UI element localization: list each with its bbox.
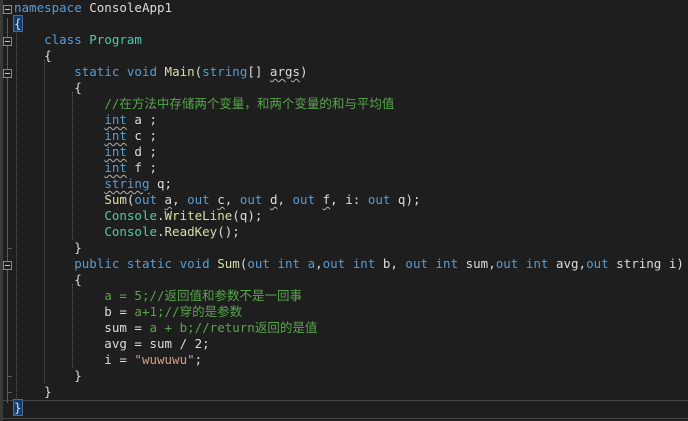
gutter	[0, 0, 3, 421]
code-line-26[interactable]: }	[13, 399, 23, 416]
fold-end-class	[7, 392, 12, 393]
code-line-14[interactable]: Console.WriteLine(q);	[14, 208, 262, 224]
code-line-19[interactable]: a = 5;//返回值和参数不是一回事	[14, 288, 302, 304]
fold-end-main	[7, 248, 12, 249]
code-line-5[interactable]: static void Main(string[] args)	[14, 64, 307, 80]
code-line-9[interactable]: int c ;	[14, 128, 157, 144]
code-line-12[interactable]: string q;	[14, 176, 172, 192]
fold-end-sum	[7, 376, 12, 377]
code-line-15[interactable]: Console.ReadKey();	[14, 224, 239, 240]
collapse-main-icon[interactable]	[3, 69, 12, 78]
code-line-3[interactable]: class Program	[14, 32, 142, 48]
code-editor[interactable]: namespace ConsoleApp1 { class Program { …	[0, 0, 688, 421]
code-line-1[interactable]: namespace ConsoleApp1	[14, 0, 172, 16]
code-line-24[interactable]: }	[14, 368, 82, 384]
code-line-7[interactable]: //在方法中存储两个变量，和两个变量的和与平均值	[14, 96, 394, 112]
code-line-8[interactable]: int a ;	[14, 112, 157, 128]
collapse-namespace-icon[interactable]	[3, 5, 12, 14]
collapse-class-icon[interactable]	[3, 37, 12, 46]
code-line-2[interactable]: {	[13, 15, 23, 32]
code-line-25[interactable]: }	[14, 384, 52, 400]
code-line-10[interactable]: int d ;	[14, 144, 157, 160]
code-line-4[interactable]: {	[14, 48, 52, 64]
current-line-highlight	[3, 400, 688, 419]
code-line-16[interactable]: }	[14, 240, 82, 256]
code-line-6[interactable]: {	[14, 80, 82, 96]
code-line-17[interactable]: public static void Sum(out int a,out int…	[14, 256, 684, 272]
code-line-21[interactable]: sum = a + b;//return返回的是值	[14, 320, 317, 336]
code-line-20[interactable]: b = a+1;//穿的是参数	[14, 304, 242, 320]
code-line-11[interactable]: int f ;	[14, 160, 157, 176]
code-line-18[interactable]: {	[14, 272, 82, 288]
code-line-23[interactable]: i = "wuwuwu";	[14, 352, 202, 368]
code-line-22[interactable]: avg = sum / 2;	[14, 336, 209, 352]
code-line-13[interactable]: Sum(out a, out c, out d, out f, i: out q…	[14, 192, 420, 208]
collapse-sum-icon[interactable]	[3, 261, 12, 270]
